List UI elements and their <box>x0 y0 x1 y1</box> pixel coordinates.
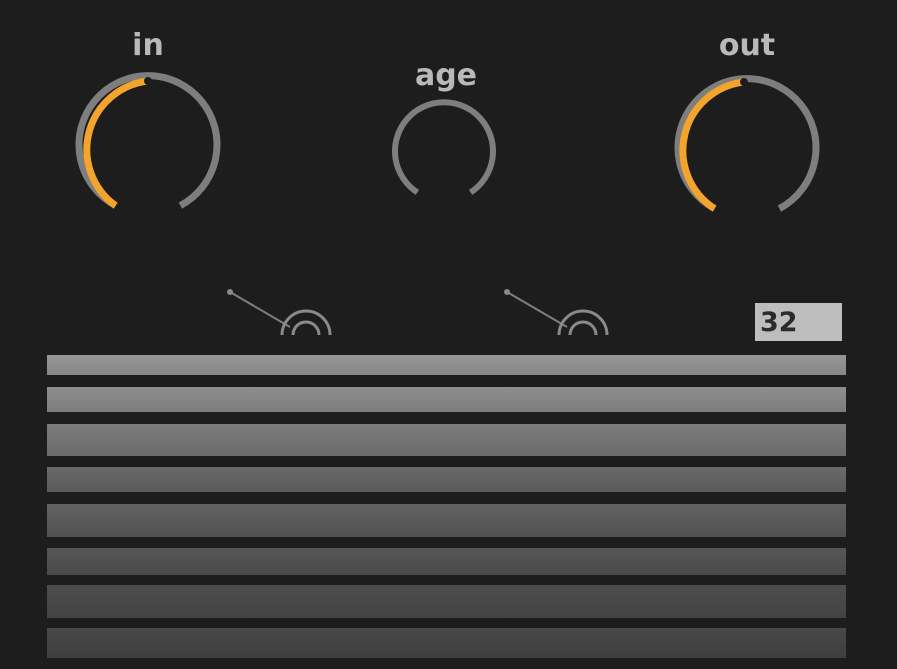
bar-4[interactable] <box>47 467 846 492</box>
bar-7[interactable] <box>47 585 846 618</box>
dial-2-inner-arc <box>568 320 598 336</box>
dial-1-needle <box>229 291 291 328</box>
dial-2-needle-tip <box>504 289 510 295</box>
knob-in[interactable] <box>75 72 221 209</box>
knob-out[interactable] <box>674 75 820 212</box>
bar-5[interactable] <box>47 504 846 537</box>
bars-panel[interactable] <box>47 355 846 669</box>
dial-1[interactable] <box>227 289 332 336</box>
dial-1-needle-tip <box>227 289 233 295</box>
bar-1[interactable] <box>47 355 846 375</box>
bar-2[interactable] <box>47 387 846 412</box>
knob-age[interactable] <box>392 99 496 195</box>
dial-1-inner-arc <box>291 320 321 336</box>
dial-2[interactable] <box>504 289 609 336</box>
bar-3[interactable] <box>47 424 846 456</box>
knob-out-pointer <box>740 78 748 86</box>
knob-age-track <box>392 99 496 195</box>
bar-8[interactable] <box>47 628 846 658</box>
bar-6[interactable] <box>47 548 846 575</box>
dial-2-needle <box>506 291 568 328</box>
knob-in-pointer <box>144 77 152 85</box>
number-box[interactable]: 32 <box>755 303 842 341</box>
